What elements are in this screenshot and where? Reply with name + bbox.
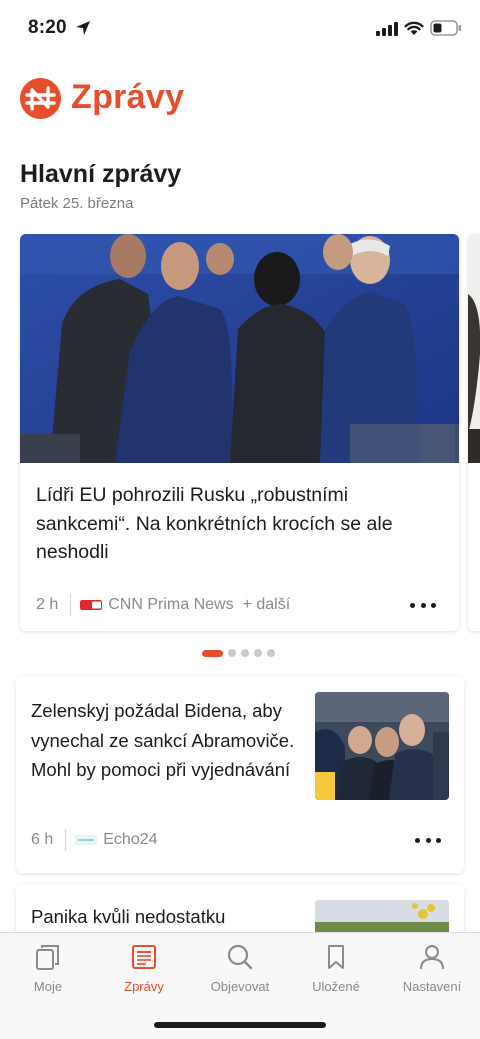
tab-objevovat[interactable]: Objevovat: [192, 933, 288, 1003]
tab-nastaveni[interactable]: Nastavení: [384, 933, 480, 1003]
tab-label: Uložené: [312, 979, 360, 994]
section-title: Hlavní zprávy: [20, 160, 182, 188]
article-card[interactable]: Zelenskyj požádal Bidena, aby vynechal z…: [16, 676, 464, 873]
tab-label: Nastavení: [402, 979, 462, 994]
tab-label: Objevovat: [210, 979, 270, 994]
app-logo-icon: [20, 78, 61, 119]
article-meta: 6 h Echo24: [31, 829, 158, 851]
tab-ulozene[interactable]: Uložené: [288, 933, 384, 1003]
next-featured-card[interactable]: [468, 234, 480, 631]
featured-headline[interactable]: Lídři EU pohrozili Rusku „robustními san…: [36, 481, 446, 567]
pager-dot-active[interactable]: [202, 649, 223, 657]
article-thumbnail: [315, 692, 449, 800]
stack-icon: [36, 945, 59, 970]
featured-article-image: [20, 234, 459, 463]
more-options-icon[interactable]: [411, 828, 445, 852]
search-icon: [227, 944, 253, 970]
tab-label: Zprávy: [124, 979, 164, 994]
bookmark-icon: [328, 945, 344, 969]
meta-divider: [65, 829, 67, 851]
echo24-logo-icon: [75, 835, 98, 845]
source-name[interactable]: CNN Prima News: [108, 596, 233, 614]
featured-article-card[interactable]: Lídři EU pohrozili Rusku „robustními san…: [20, 234, 459, 631]
article-headline[interactable]: Zelenskyj požádal Bidena, aby vynechal z…: [31, 696, 301, 785]
header: Zprávy Hlavní zprávy Pátek 25. března: [0, 58, 480, 238]
featured-pager[interactable]: [202, 649, 280, 657]
source-name[interactable]: Echo24: [103, 831, 157, 849]
status-bar: 8:20: [0, 0, 480, 58]
pager-dot[interactable]: [228, 649, 236, 657]
app-title: Zprávy: [71, 78, 185, 116]
featured-meta: 2 h CNN Prima News + další: [36, 594, 290, 616]
battery-icon: [430, 20, 461, 36]
pager-dot[interactable]: [241, 649, 249, 657]
newspaper-icon: [132, 945, 156, 969]
article-time: 2 h: [36, 596, 59, 613]
article-time: 6 h: [31, 831, 54, 848]
article-headline[interactable]: Panika kvůli nedostatku: [31, 902, 301, 932]
tab-moje[interactable]: Moje: [0, 933, 96, 1003]
status-time: 8:20: [28, 17, 67, 38]
tab-zpravy[interactable]: Zprávy: [96, 933, 192, 1003]
pager-dot[interactable]: [254, 649, 262, 657]
cellular-signal-icon: [376, 22, 398, 36]
home-indicator[interactable]: [154, 1022, 326, 1028]
meta-divider: [70, 594, 72, 616]
pager-dot[interactable]: [267, 649, 275, 657]
tab-label: Moje: [33, 979, 63, 994]
section-date: Pátek 25. března: [20, 195, 134, 212]
wifi-icon: [404, 21, 424, 35]
person-icon: [420, 945, 444, 970]
location-arrow-icon: [76, 21, 90, 35]
more-options-icon[interactable]: [406, 593, 440, 617]
more-sources[interactable]: + další: [243, 596, 291, 614]
cnn-prima-news-logo-icon: [80, 600, 103, 610]
